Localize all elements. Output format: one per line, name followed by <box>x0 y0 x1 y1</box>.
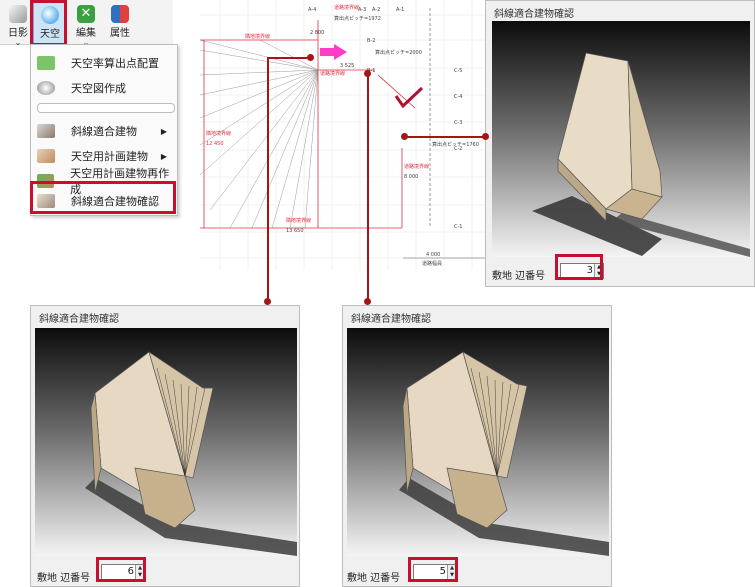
highlight-box-edge-3 <box>555 254 603 280</box>
connector-edge-6-vertical <box>267 57 269 301</box>
label-a3: A-3 <box>358 7 366 13</box>
slope-building-icon <box>37 124 55 138</box>
cad-drawing: A-4 A-3 A-2 A-1 道路境界線 算出点ピッチ=1972 2 800 … <box>199 0 486 270</box>
label-road-middle: 道路境界線 <box>320 70 345 77</box>
menu-separator <box>37 103 175 113</box>
connector-end-dot-edge-6 <box>264 298 271 305</box>
label-c4: C-4 <box>454 94 462 100</box>
connector-end-dot-edge-3 <box>482 133 489 140</box>
label-dim-4000: 4 000 <box>426 252 440 258</box>
label-a1: A-1 <box>396 7 404 13</box>
building-check-panel-edge-5: 斜線適合建物確認 敷地 辺番号 5 ▲ ▼ <box>342 305 612 587</box>
panel-footer-label: 敷地 辺番号 <box>492 271 546 282</box>
connector-dot-edge-5 <box>364 70 371 77</box>
building-model <box>399 351 609 556</box>
menu-item-label: 天空率算出点配置 <box>71 57 159 70</box>
submenu-arrow-icon: ▶ <box>160 151 167 161</box>
submenu-arrow-icon: ▶ <box>160 126 167 136</box>
highlight-box-sky-button <box>30 0 67 46</box>
panel-title: 斜線適合建物確認 <box>494 9 574 20</box>
menu-item-label: 斜線適合建物 <box>71 125 137 138</box>
connector-dot-edge-6 <box>307 54 314 61</box>
3d-viewport[interactable] <box>35 328 297 556</box>
building-model <box>85 351 297 556</box>
panel-footer-label: 敷地 辺番号 <box>37 573 91 584</box>
edit-icon: ✕ <box>77 5 95 23</box>
panel-footer-label: 敷地 辺番号 <box>347 573 401 584</box>
ribbon-button-edit[interactable]: ✕ 編集 ⌄ <box>70 2 102 47</box>
label-adjacent-side: 隣地境界線 <box>206 130 231 137</box>
label-road-top: 道路境界線 <box>334 4 359 11</box>
highlight-box-edge-6 <box>96 557 146 582</box>
site-plan-svg: A-4 A-3 A-2 A-1 道路境界線 算出点ピッチ=1972 2 800 … <box>199 0 486 270</box>
menu-item-sky-diagram[interactable]: 天空図作成 <box>31 76 175 100</box>
menu-item-label: 天空図作成 <box>71 82 126 95</box>
menu-item-label: 天空用計画建物 <box>71 150 148 163</box>
label-c3: C-3 <box>454 120 462 126</box>
plan-building-icon <box>37 149 55 163</box>
sun-shadow-icon <box>9 5 27 23</box>
sky-diagram-icon <box>37 81 55 95</box>
ribbon-label: 属性 <box>110 28 130 39</box>
highlight-box-edge-5 <box>408 557 458 582</box>
sky-points-icon <box>37 56 55 70</box>
label-adjacent-top: 隣地境界線 <box>245 33 270 40</box>
label-c5: C-5 <box>454 68 462 74</box>
grid <box>200 0 486 270</box>
label-adjacent-bottom: 隣地境界線 <box>286 217 311 224</box>
panel-title: 斜線適合建物確認 <box>351 314 431 325</box>
connector-edge-5-vertical <box>367 74 369 302</box>
label-a2: A-2 <box>372 7 380 13</box>
label-dim-8000: 8 000 <box>404 174 418 180</box>
connector-end-dot-edge-5 <box>364 298 371 305</box>
label-c1: C-1 <box>454 224 462 230</box>
3d-viewport[interactable] <box>492 21 750 257</box>
connector-dot-edge-3 <box>401 133 408 140</box>
building-model <box>532 52 750 257</box>
label-pitch-top: 算出点ピッチ=1972 <box>334 15 381 22</box>
3d-viewport[interactable] <box>347 328 609 556</box>
label-dim-2800: 2 800 <box>310 30 324 36</box>
building-check-panel-edge-3: 斜線適合建物確認 敷地 辺番号 3 ▲ ▼ <box>485 0 755 287</box>
label-pitch-b: 算出点ピッチ=2000 <box>375 49 422 56</box>
menu-item-slope-building[interactable]: 斜線適合建物 ▶ <box>31 119 175 143</box>
connector-edge-6-horizontal <box>267 57 311 59</box>
check-mark-icon <box>394 86 424 109</box>
label-dim-13650: 13 650 <box>286 228 304 234</box>
attribute-icon <box>111 5 129 23</box>
label-b2: B-2 <box>367 38 375 44</box>
label-c2: C-2 <box>454 146 462 152</box>
label-dim-12450: 12 450 <box>206 141 224 147</box>
ribbon-button-attribute[interactable]: 属性 <box>104 2 136 42</box>
highlight-box-check-item <box>30 181 176 214</box>
ribbon-toolbar: 日影 ⌄ 天空 ⌄ ✕ 編集 ⌄ 属性 <box>0 0 173 48</box>
menu-item-sky-ratio-points[interactable]: 天空率算出点配置 <box>31 51 175 75</box>
label-road-width: 道路幅員 <box>422 260 442 267</box>
connector-edge-3-horizontal <box>404 136 486 138</box>
magenta-arrow-icon <box>320 44 347 60</box>
label-a4: A-4 <box>308 7 316 13</box>
building-check-panel-edge-6: 斜線適合建物確認 敷地 辺番号 6 ▲ ▼ <box>30 305 300 587</box>
panel-title: 斜線適合建物確認 <box>39 314 119 325</box>
label-road-vertical: 道路境界線 <box>404 163 429 170</box>
label-dim-3525: 3 525 <box>340 63 354 69</box>
